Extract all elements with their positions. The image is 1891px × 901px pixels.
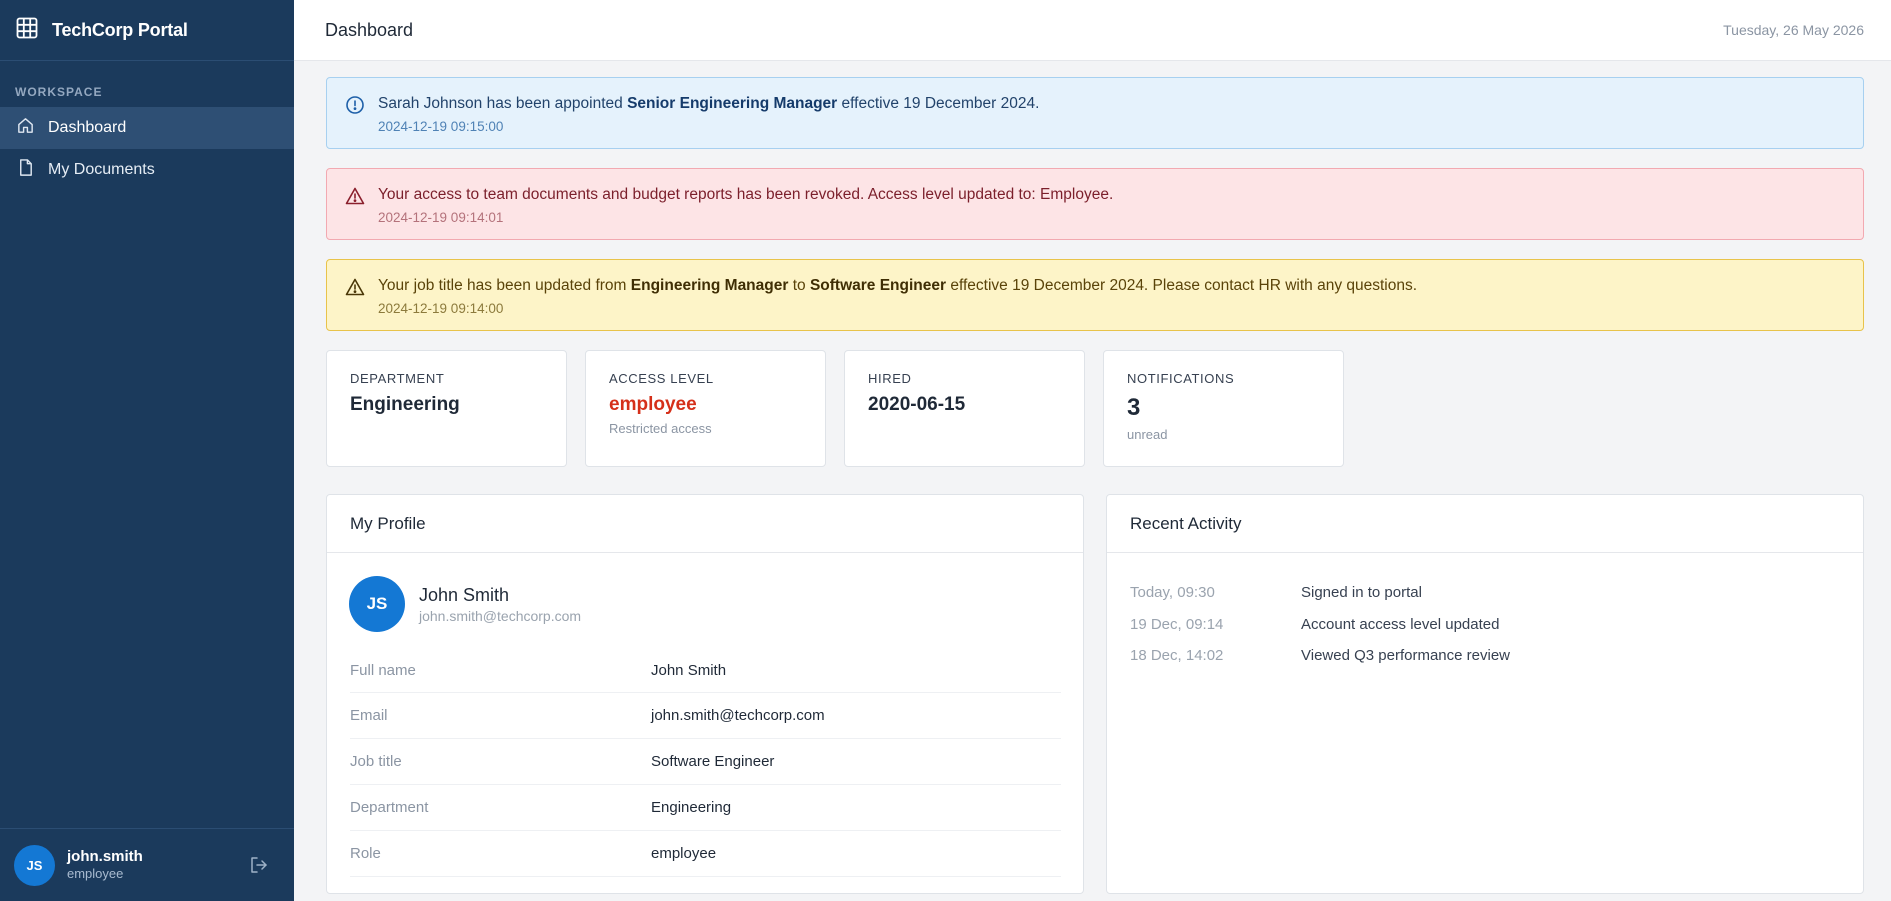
activity-text: Viewed Q3 performance review bbox=[1301, 647, 1510, 665]
main-content: Sarah Johnson has been appointed Senior … bbox=[326, 77, 1864, 894]
stat-value: 3 bbox=[1127, 394, 1141, 421]
activity-text: Signed in to portal bbox=[1301, 584, 1422, 602]
profile-row-value: John Smith bbox=[651, 661, 727, 679]
profile-row-value: john.smith@techcorp.com bbox=[651, 707, 825, 724]
alert-message: Sarah Johnson has been appointed Senior … bbox=[378, 95, 1040, 112]
panels-row: My Profile JS John Smith john.smith@tech… bbox=[326, 494, 1864, 894]
activity-item: Today, 09:30 Signed in to portal bbox=[1130, 577, 1863, 609]
panel-title: Recent Activity bbox=[1107, 495, 1863, 553]
info-icon bbox=[345, 95, 365, 115]
sidebar-user: JS john.smith employee bbox=[0, 828, 294, 901]
profile-row-label: Role bbox=[350, 845, 381, 862]
profile-row-label: Job title bbox=[350, 753, 402, 770]
stat-label: NOTIFICATIONS bbox=[1127, 371, 1235, 386]
alert-message: Your job title has been updated from Eng… bbox=[378, 277, 1418, 294]
stat-card-department: DEPARTMENT Engineering bbox=[326, 350, 567, 467]
profile-row: Department Engineering bbox=[350, 785, 1061, 831]
profile-row-label: Email bbox=[350, 707, 388, 724]
grid-icon bbox=[16, 17, 52, 44]
current-date: Tuesday, 26 May 2026 bbox=[1723, 22, 1864, 38]
profile-row-value: employee bbox=[651, 845, 717, 862]
top-bar: Dashboard Tuesday, 26 May 2026 bbox=[294, 0, 1891, 61]
stat-value: employee bbox=[609, 394, 697, 415]
activity-text: Account access level updated bbox=[1301, 615, 1500, 633]
profile-email: john.smith@techcorp.com bbox=[419, 607, 582, 624]
activity-item: 19 Dec, 09:14 Account access level updat… bbox=[1130, 609, 1863, 641]
alert-warning: Your job title has been updated from Eng… bbox=[326, 259, 1864, 331]
sidebar-item-my-documents[interactable]: My Documents bbox=[0, 149, 294, 191]
sidebar-item-label: Dashboard bbox=[48, 119, 127, 136]
profile-row-label: Full name bbox=[350, 661, 416, 679]
stat-card-access-level: ACCESS LEVEL employee Restricted access bbox=[585, 350, 826, 467]
profile-header: JS John Smith john.smith@techcorp.com bbox=[327, 553, 1083, 648]
warning-triangle-icon bbox=[345, 186, 365, 206]
stat-value: 2020-06-15 bbox=[868, 394, 966, 415]
brand[interactable]: TechCorp Portal bbox=[0, 0, 294, 61]
alert-info: Sarah Johnson has been appointed Senior … bbox=[326, 77, 1864, 149]
user-role: employee bbox=[67, 866, 124, 882]
sidebar-item-dashboard[interactable]: Dashboard bbox=[0, 107, 294, 149]
alert-danger: Your access to team documents and budget… bbox=[326, 168, 1864, 240]
activity-list: Today, 09:30 Signed in to portal 19 Dec,… bbox=[1107, 553, 1863, 672]
profile-row: Job title Software Engineer bbox=[350, 739, 1061, 785]
profile-details: Full name John Smith Email john.smith@te… bbox=[327, 648, 1083, 877]
stat-subtext: unread bbox=[1127, 427, 1168, 442]
stat-card-hired: HIRED 2020-06-15 bbox=[844, 350, 1085, 467]
alert-timestamp: 2024-12-19 09:14:00 bbox=[378, 301, 504, 316]
profile-row-label: Department bbox=[350, 799, 429, 816]
profile-panel: My Profile JS John Smith john.smith@tech… bbox=[326, 494, 1084, 894]
profile-row: Full name John Smith bbox=[350, 648, 1061, 693]
panel-title: My Profile bbox=[327, 495, 1083, 553]
stat-value: Engineering bbox=[350, 394, 460, 415]
activity-time: Today, 09:30 bbox=[1130, 584, 1215, 602]
alert-timestamp: 2024-12-19 09:15:00 bbox=[378, 119, 504, 134]
alert-timestamp: 2024-12-19 09:14:01 bbox=[378, 210, 504, 225]
stat-subtext: Restricted access bbox=[609, 421, 712, 436]
sidebar: TechCorp Portal WORKSPACE Dashboard My D… bbox=[0, 0, 294, 901]
sidebar-item-label: My Documents bbox=[48, 161, 155, 178]
stat-card-notifications[interactable]: NOTIFICATIONS 3 unread bbox=[1103, 350, 1344, 467]
profile-row: Email john.smith@techcorp.com bbox=[350, 693, 1061, 739]
document-icon bbox=[16, 158, 48, 182]
app-name: TechCorp Portal bbox=[52, 19, 188, 40]
logout-icon[interactable] bbox=[248, 854, 270, 876]
profile-row-value: Software Engineer bbox=[651, 753, 775, 770]
profile-name: John Smith bbox=[419, 584, 510, 605]
profile-row-value: Engineering bbox=[651, 799, 732, 816]
stat-label: DEPARTMENT bbox=[350, 371, 445, 386]
username: john.smith bbox=[67, 847, 143, 865]
warning-triangle-icon bbox=[345, 277, 365, 297]
section-label-workspace: WORKSPACE bbox=[15, 85, 103, 99]
avatar: JS bbox=[349, 576, 405, 632]
recent-activity-panel: Recent Activity Today, 09:30 Signed in t… bbox=[1106, 494, 1864, 894]
page-title: Dashboard bbox=[325, 19, 414, 40]
alert-message: Your access to team documents and budget… bbox=[378, 186, 1114, 203]
stat-label: ACCESS LEVEL bbox=[609, 371, 714, 386]
activity-time: 18 Dec, 14:02 bbox=[1130, 647, 1224, 665]
activity-item: 18 Dec, 14:02 Viewed Q3 performance revi… bbox=[1130, 640, 1863, 672]
stat-label: HIRED bbox=[868, 371, 912, 386]
activity-time: 19 Dec, 09:14 bbox=[1130, 615, 1224, 633]
home-icon bbox=[16, 116, 48, 140]
profile-row: Role employee bbox=[350, 831, 1061, 877]
avatar[interactable]: JS bbox=[14, 844, 55, 886]
stats-row: DEPARTMENT Engineering ACCESS LEVEL empl… bbox=[326, 350, 1864, 467]
